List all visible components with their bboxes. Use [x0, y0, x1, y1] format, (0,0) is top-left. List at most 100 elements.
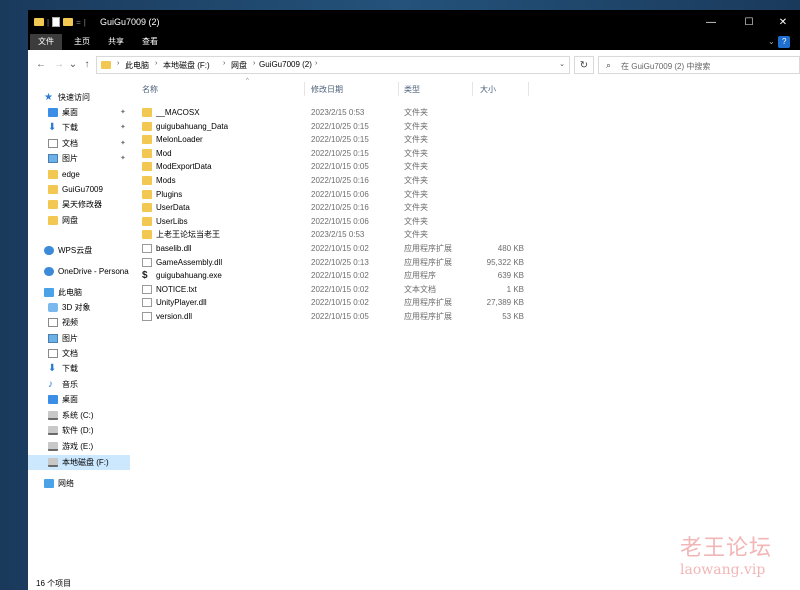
up-button[interactable]: ↑ — [80, 58, 94, 72]
search-placeholder: 在 GuiGu7009 (2) 中搜索 — [621, 62, 711, 71]
sidebar-item-desktop[interactable]: 桌面 ✦ — [28, 105, 130, 120]
file-row[interactable]: Mods 2022/10/25 0:16 文件夹 — [136, 174, 556, 187]
pin-icon[interactable]: ✦ — [120, 136, 126, 151]
file-row[interactable]: Plugins 2022/10/15 0:06 文件夹 — [136, 188, 556, 201]
file-row[interactable]: baselib.dll 2022/10/15 0:02 应用程序扩展 480 KB — [136, 242, 556, 255]
customize-toolbar-icon[interactable]: = — [76, 18, 81, 27]
column-header-name[interactable]: 名称 — [142, 84, 158, 95]
breadcrumb-separator[interactable]: › — [253, 60, 255, 67]
file-row[interactable]: UnityPlayer.dll 2022/10/15 0:02 应用程序扩展 27,3… — [136, 296, 556, 309]
pin-icon[interactable]: ✦ — [120, 120, 126, 135]
sidebar-item-haotian[interactable]: 昊天修改器 — [28, 197, 130, 212]
sidebar-item-network[interactable]: 网络 — [28, 476, 130, 491]
search-icon: ⌕ — [606, 60, 612, 70]
sidebar-item-documents-pc[interactable]: 文档 — [28, 346, 130, 361]
breadcrumb-this-pc[interactable]: 此电脑 — [125, 60, 149, 71]
file-row[interactable]: UserData 2022/10/25 0:16 文件夹 — [136, 201, 556, 214]
sidebar-item-onedrive[interactable]: OneDrive - Persona — [28, 264, 130, 279]
file-date: 2022/10/25 0:15 — [311, 135, 369, 145]
pin-icon[interactable]: ✦ — [120, 151, 126, 166]
sidebar-item-label: 文档 — [62, 139, 78, 148]
back-button[interactable]: ← — [34, 58, 48, 72]
folder-icon — [142, 230, 152, 240]
file-name: Plugins — [156, 189, 183, 199]
address-bar[interactable]: › 此电脑 › 本地磁盘 (F:) › 网盘 › GuiGu7009 (2) ›… — [96, 56, 570, 74]
file-row[interactable]: ModExportData 2022/10/15 0:05 文件夹 — [136, 160, 556, 173]
forward-button[interactable]: → — [52, 58, 66, 72]
file-date: 2022/10/15 0:06 — [311, 189, 369, 199]
file-row[interactable]: version.dll 2022/10/15 0:05 应用程序扩展 53 KB — [136, 310, 556, 323]
tab-view[interactable]: 查看 — [134, 34, 166, 50]
sidebar-item-downloads-pc[interactable]: ⬇ 下载 — [28, 361, 130, 376]
file-date: 2022/10/15 0:06 — [311, 216, 369, 226]
title-bar[interactable]: | = | GuiGu7009 (2) — ☐ ✕ — [28, 10, 800, 34]
sidebar-item-music[interactable]: ♪ 音乐 — [28, 377, 130, 392]
file-type: 应用程序扩展 — [404, 244, 452, 253]
sidebar-item-videos[interactable]: 视频 — [28, 315, 130, 330]
sidebar-item-label: 视频 — [62, 318, 78, 327]
maximize-button[interactable]: ☐ — [732, 10, 766, 34]
sidebar-item-wangpan[interactable]: 网盘 — [28, 213, 130, 228]
folder-icon — [142, 135, 152, 145]
sidebar-item-3d-objects[interactable]: 3D 对象 — [28, 300, 130, 315]
folder-icon — [48, 216, 58, 225]
pc-icon — [44, 288, 54, 297]
search-box[interactable]: ⌕ 在 GuiGu7009 (2) 中搜索 — [598, 56, 800, 74]
breadcrumb-wangpan[interactable]: 网盘 — [231, 60, 247, 71]
address-dropdown-icon[interactable]: ⌄ — [559, 60, 565, 68]
file-type: 文件夹 — [404, 230, 428, 240]
sidebar-item-guigu7009[interactable]: GuiGu7009 — [28, 182, 130, 197]
sidebar-item-wps-cloud[interactable]: WPS云盘 — [28, 243, 130, 258]
music-icon: ♪ — [48, 379, 53, 390]
sidebar-item-label: 软件 (D:) — [62, 426, 94, 435]
column-divider[interactable] — [398, 82, 399, 96]
file-row[interactable]: Mod 2022/10/25 0:15 文件夹 — [136, 147, 556, 160]
breadcrumb-separator[interactable]: › — [223, 60, 225, 67]
tab-share[interactable]: 共享 — [100, 34, 132, 50]
sidebar-item-label: 桌面 — [62, 108, 78, 117]
help-icon[interactable]: ? — [778, 36, 791, 48]
column-header-type[interactable]: 类型 — [404, 84, 420, 95]
sidebar-item-drive-f[interactable]: 本地磁盘 (F:) — [28, 455, 130, 470]
tab-file[interactable]: 文件 — [30, 34, 62, 50]
new-folder-icon[interactable] — [63, 18, 74, 26]
tab-home[interactable]: 主页 — [66, 34, 98, 50]
sidebar-item-drive-c[interactable]: 系统 (C:) — [28, 408, 130, 423]
column-header-date[interactable]: 修改日期 — [311, 84, 343, 95]
minimize-button[interactable]: — — [694, 10, 728, 34]
properties-icon[interactable] — [52, 17, 61, 27]
breadcrumb-current[interactable]: GuiGu7009 (2) — [259, 60, 312, 69]
sidebar-item-pictures-pc[interactable]: 图片 — [28, 331, 130, 346]
breadcrumb-separator[interactable]: › — [315, 60, 317, 67]
column-divider[interactable] — [472, 82, 473, 96]
sidebar-item-documents[interactable]: 文档 ✦ — [28, 136, 130, 151]
sidebar-item-label: 系统 (C:) — [62, 411, 94, 420]
pictures-icon — [48, 154, 58, 163]
file-row[interactable]: 上老王论坛当老王 2023/2/15 0:53 文件夹 — [136, 228, 556, 241]
breadcrumb-drive-f[interactable]: 本地磁盘 (F:) — [163, 60, 210, 71]
breadcrumb-separator[interactable]: › — [117, 60, 119, 67]
column-divider[interactable] — [304, 82, 305, 96]
file-row[interactable]: UserLibs 2022/10/15 0:06 文件夹 — [136, 215, 556, 228]
sidebar-item-desktop-pc[interactable]: 桌面 — [28, 392, 130, 407]
sidebar-item-this-pc[interactable]: 此电脑 — [28, 285, 130, 300]
sidebar-item-pictures[interactable]: 图片 ✦ — [28, 151, 130, 166]
sidebar-item-downloads[interactable]: ⬇ 下载 ✦ — [28, 120, 130, 135]
file-row[interactable]: GameAssembly.dll 2022/10/25 0:13 应用程序扩展 95,… — [136, 256, 556, 269]
file-row[interactable]: guigubahuang_Data 2022/10/25 0:15 文件夹 — [136, 120, 556, 133]
pin-icon[interactable]: ✦ — [120, 105, 126, 120]
sidebar-item-edge[interactable]: edge — [28, 167, 130, 182]
sidebar-item-drive-d[interactable]: 软件 (D:) — [28, 423, 130, 438]
sidebar-item-drive-e[interactable]: 游戏 (E:) — [28, 439, 130, 454]
sidebar-item-quick-access[interactable]: ★ 快速访问 — [28, 90, 130, 105]
breadcrumb-separator[interactable]: › — [155, 60, 157, 67]
file-row[interactable]: NOTICE.txt 2022/10/15 0:02 文本文档 1 KB — [136, 283, 556, 296]
file-row[interactable]: MelonLoader 2022/10/25 0:15 文件夹 — [136, 133, 556, 146]
column-divider[interactable] — [528, 82, 529, 96]
file-row[interactable]: __MACOSX 2023/2/15 0:53 文件夹 — [136, 106, 556, 119]
close-button[interactable]: ✕ — [766, 10, 800, 34]
column-header-size[interactable]: 大小 — [480, 84, 496, 95]
recent-locations-button[interactable]: ⌄ — [66, 58, 80, 72]
file-row[interactable]: $ guigubahuang.exe 2022/10/15 0:02 应用程序 639 … — [136, 269, 556, 282]
refresh-button[interactable]: ↻ — [574, 56, 594, 74]
